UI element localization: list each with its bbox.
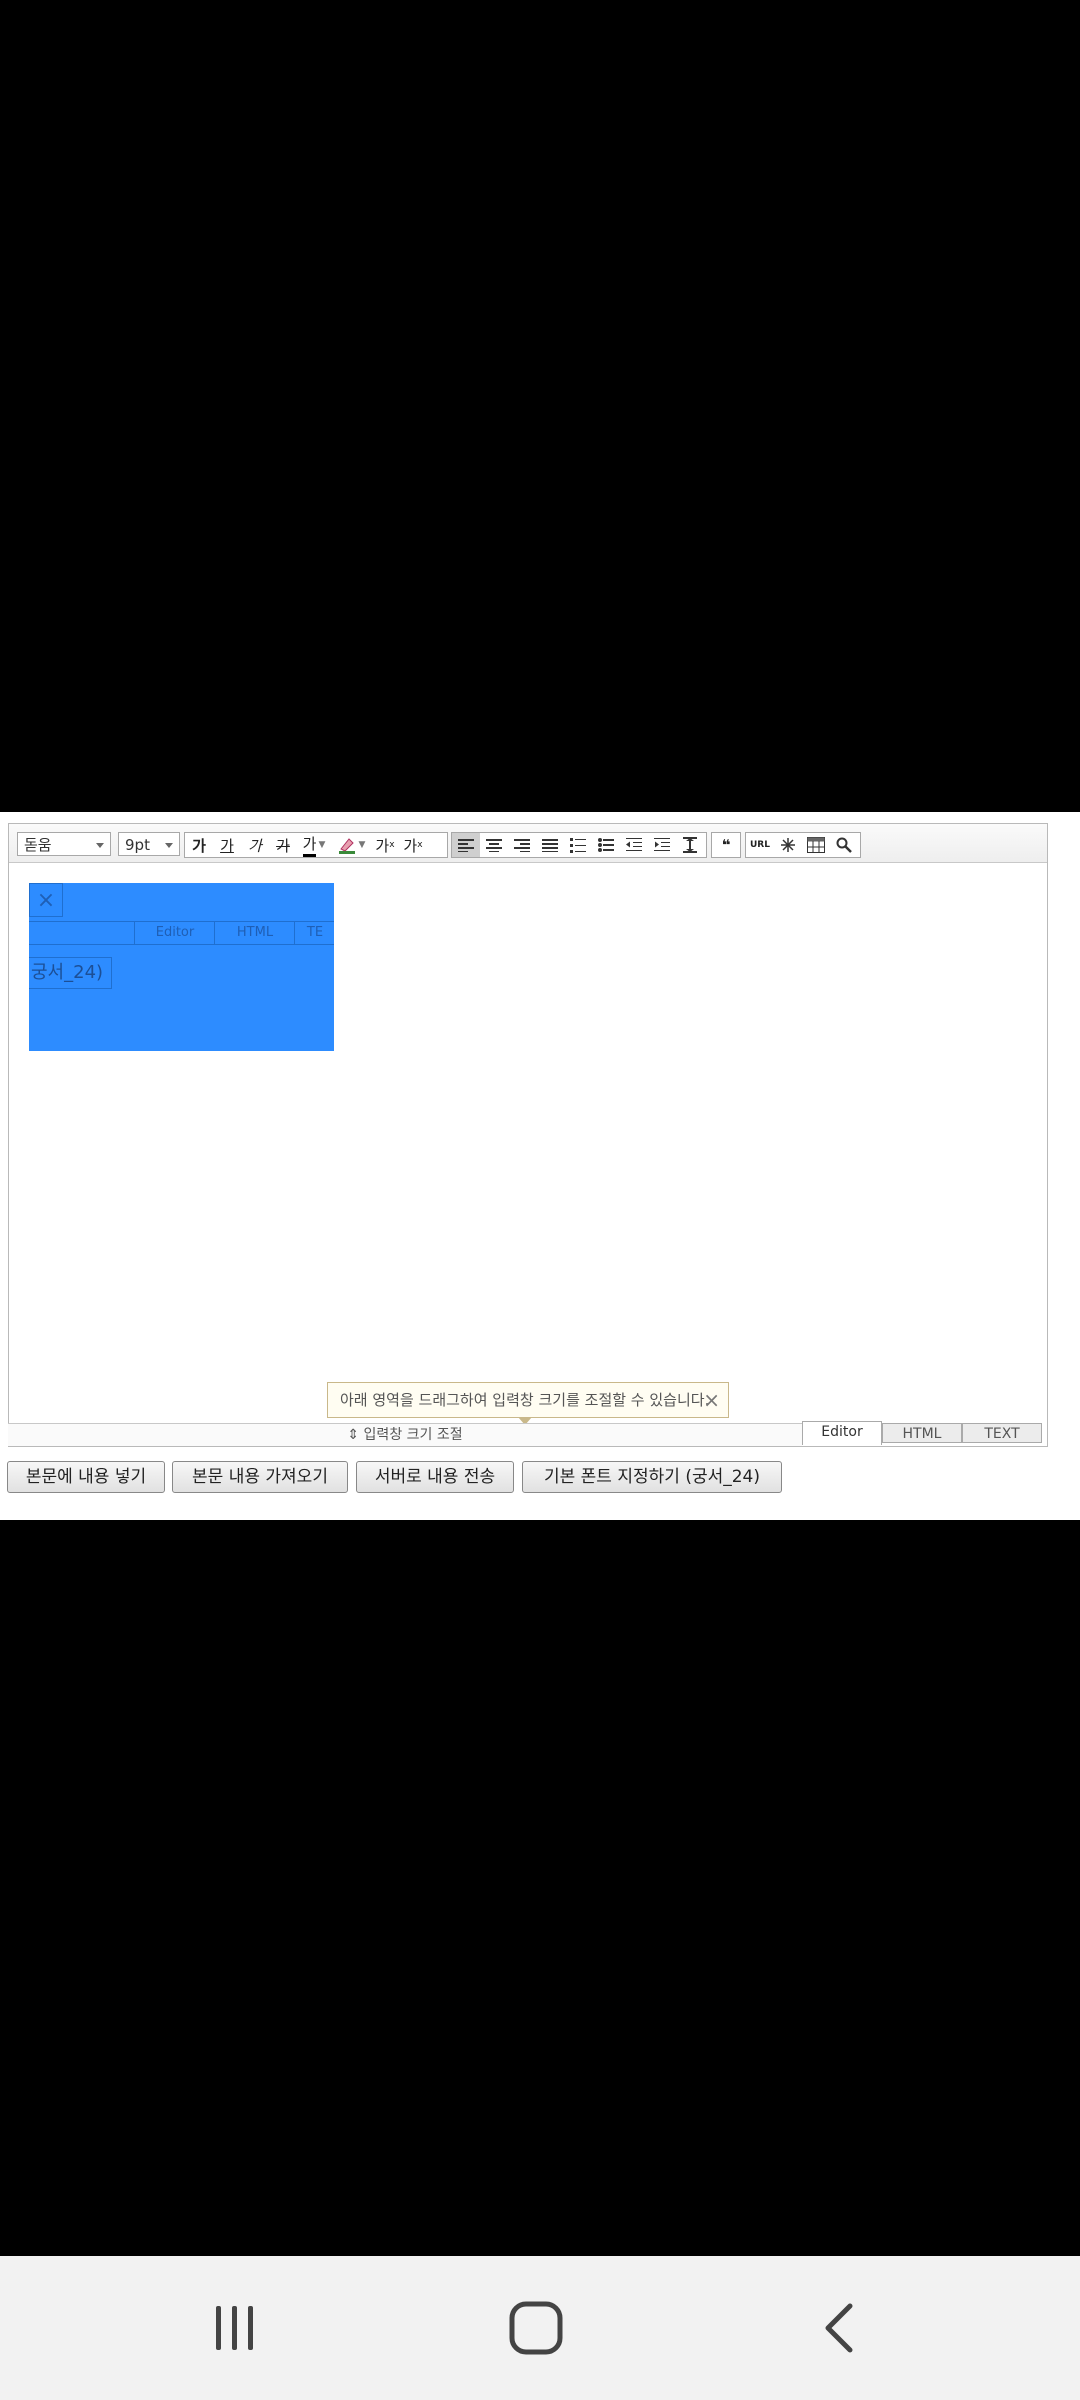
outdent-button[interactable] (620, 833, 648, 857)
link-icon: URL (750, 840, 770, 850)
align-center-button[interactable] (480, 833, 508, 857)
font-size-value: 9pt (125, 836, 150, 854)
special-char-button[interactable] (774, 833, 802, 857)
table-button[interactable] (802, 833, 830, 857)
editor-mode-tabs: Editor HTML TEXT (802, 1421, 1044, 1445)
tab-editor[interactable]: Editor (802, 1421, 882, 1445)
highlight-button[interactable]: ▼ (331, 833, 371, 857)
font-family-select[interactable]: 돋움 (17, 832, 111, 856)
tooltip-text: 아래 영역을 드래그하여 입력창 크기를 조절할 수 있습니다. (340, 1391, 710, 1409)
close-icon: × (29, 883, 63, 917)
line-height-button[interactable] (676, 833, 704, 857)
align-right-icon (514, 839, 530, 852)
strikethrough-button[interactable]: 가 (269, 833, 297, 857)
align-right-button[interactable] (508, 833, 536, 857)
font-size-select[interactable]: 9pt (118, 832, 180, 856)
editor-content-area[interactable]: × Editor HTML TE 궁서_24) (9, 863, 1047, 1378)
insert-group: URL (745, 832, 861, 858)
quote-group: ❝ (711, 832, 741, 858)
font-family-value: 돋움 (24, 836, 52, 854)
ordered-list-icon (570, 838, 586, 853)
align-justify-icon (542, 839, 558, 852)
special-char-icon (781, 838, 795, 852)
selected-mode-tabs: Editor HTML TE (29, 921, 334, 945)
selected-button-fragment: 궁서_24) (29, 957, 113, 989)
align-justify-button[interactable] (536, 833, 564, 857)
chevron-down-icon (165, 843, 173, 848)
home-icon (509, 2301, 563, 2355)
ordered-list-button[interactable] (564, 833, 592, 857)
resize-label: ⇕ 입력창 크기 조절 (347, 1427, 463, 1443)
highlight-icon (338, 838, 355, 854)
font-color-button[interactable]: 가 ▼ (297, 833, 331, 857)
quote-button[interactable]: ❝ (712, 833, 740, 857)
recents-icon (216, 2306, 253, 2350)
underline-button[interactable]: 가 (213, 833, 241, 857)
selected-tab-html: HTML (214, 922, 295, 944)
url-button[interactable]: URL (746, 833, 774, 857)
insert-content-button[interactable]: 본문에 내용 넣기 (7, 1461, 165, 1493)
bold-button[interactable]: 가 (185, 833, 213, 857)
indent-button[interactable] (648, 833, 676, 857)
align-center-icon (486, 839, 502, 852)
align-left-icon (458, 839, 474, 852)
send-to-server-button[interactable]: 서버로 내용 전송 (356, 1461, 514, 1493)
close-icon[interactable]: × (703, 1383, 720, 1417)
fetch-content-button[interactable]: 본문 내용 가져오기 (172, 1461, 348, 1493)
smart-editor: 돋움 9pt 가 가 가 가 가 ▼ ▼ 가x 가x ❝ URL × Edito… (8, 823, 1048, 1447)
system-navigation-bar (0, 2256, 1080, 2400)
align-left-button[interactable] (452, 833, 480, 857)
tab-html[interactable]: HTML (882, 1423, 962, 1443)
set-default-font-button[interactable]: 기본 폰트 지정하기 (궁서_24) (522, 1461, 782, 1493)
subscript-button[interactable]: 가x (399, 833, 427, 857)
home-button[interactable] (456, 2256, 616, 2400)
table-icon (807, 837, 825, 853)
indent-icon (654, 838, 670, 851)
search-icon (836, 837, 852, 853)
tab-text[interactable]: TEXT (962, 1423, 1042, 1443)
recents-button[interactable] (154, 2256, 314, 2400)
italic-button[interactable]: 가 (241, 833, 269, 857)
unordered-list-icon (598, 838, 614, 852)
chevron-down-icon (96, 843, 104, 848)
resize-handle[interactable]: ⇕ 입력창 크기 조절 (8, 1423, 802, 1446)
back-icon (825, 2303, 853, 2353)
paragraph-group (451, 832, 707, 858)
superscript-button[interactable]: 가x (371, 833, 399, 857)
selected-content-block[interactable]: × Editor HTML TE 궁서_24) (29, 883, 334, 1051)
resize-tooltip: 아래 영역을 드래그하여 입력창 크기를 조절할 수 있습니다. × (327, 1382, 729, 1425)
unordered-list-button[interactable] (592, 833, 620, 857)
outdent-icon (626, 838, 642, 851)
quote-icon: ❝ (721, 836, 731, 854)
selected-tab-text: TE (294, 922, 335, 944)
text-format-group: 가 가 가 가 가 ▼ ▼ 가x 가x (184, 832, 448, 858)
find-button[interactable] (830, 833, 858, 857)
editor-toolbar: 돋움 9pt 가 가 가 가 가 ▼ ▼ 가x 가x ❝ URL (9, 824, 1047, 863)
line-height-icon (683, 837, 697, 853)
back-button[interactable] (758, 2256, 918, 2400)
selected-tab-editor: Editor (134, 922, 215, 944)
